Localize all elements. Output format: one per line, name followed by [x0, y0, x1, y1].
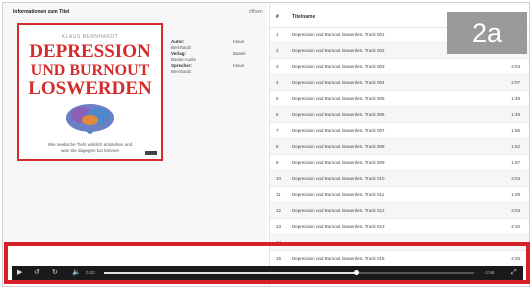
cover-title-line3: LOSWERDEN: [28, 78, 152, 99]
column-number[interactable]: #: [276, 14, 279, 20]
track-number: 13: [276, 224, 282, 229]
play-icon[interactable]: ▶: [17, 269, 22, 277]
forward-icon[interactable]: ↻: [52, 269, 58, 277]
meta-row-publisher: Verlag: Bastei: [171, 51, 246, 56]
info-panel-title: Informationen zum Titel: [13, 9, 70, 15]
track-title: Depression und Burnout loswerden, Track …: [292, 208, 385, 213]
track-row[interactable]: 6 Depression und Burnout loswerden, Track…: [270, 107, 529, 123]
publisher-logo: [145, 151, 157, 155]
track-number: 9: [276, 160, 279, 165]
track-row[interactable]: 8 Depression und Burnout loswerden, Track…: [270, 139, 529, 155]
step-badge: 2a: [447, 12, 527, 54]
meta-author-cont: Bernhardt: [171, 45, 191, 50]
track-title: Depression und Burnout loswerden, Track …: [292, 224, 385, 229]
cover-title-line1: DEPRESSION: [29, 41, 151, 62]
track-duration: 2:07: [511, 80, 520, 85]
elapsed-time: 0:22: [86, 270, 95, 275]
track-number: 6: [276, 112, 279, 117]
progress-handle[interactable]: [353, 270, 359, 275]
track-number: 2: [276, 48, 279, 53]
track-number: 1: [276, 32, 279, 37]
track-row[interactable]: 7 Depression und Burnout loswerden, Track…: [270, 123, 529, 139]
track-title: Depression und Burnout loswerden, Track …: [292, 32, 385, 37]
track-number: 3: [276, 64, 279, 69]
info-open-link[interactable]: öffnen: [249, 9, 263, 15]
track-row[interactable]: 13 Depression und Burnout loswerden, Trac…: [270, 219, 529, 235]
track-number: 4: [276, 80, 279, 85]
track-duration: 1:48: [511, 112, 520, 117]
cover-tagline: Wie seelische Tiefs wirklich entstehen u…: [47, 142, 133, 153]
track-number: 12: [276, 208, 282, 213]
track-row[interactable]: 5 Depression und Burnout loswerden, Track…: [270, 91, 529, 107]
track-title: Depression und Burnout loswerden, Track …: [292, 160, 385, 165]
track-row[interactable]: 12 Depression und Burnout loswerden, Trac…: [270, 203, 529, 219]
info-panel: Informationen zum Titel öffnen KLAUS BER…: [3, 3, 267, 243]
track-number: 5: [276, 96, 279, 101]
book-metadata: Autor: Klaus Bernhardt Verlag: Bastei Ba…: [171, 39, 263, 75]
track-title: Depression und Burnout loswerden, Track …: [292, 96, 385, 101]
track-title: Depression und Burnout loswerden, Track …: [292, 112, 385, 117]
track-row[interactable]: 3 Depression und Burnout loswerden, Track…: [270, 59, 529, 75]
track-duration: 1:48: [511, 96, 520, 101]
track-duration: 1:57: [511, 160, 520, 165]
progress-slider[interactable]: [104, 270, 474, 275]
track-duration: 1:52: [511, 144, 520, 149]
track-number: 10: [276, 176, 282, 181]
progress-fill: [104, 272, 356, 274]
column-title[interactable]: Titelname: [292, 14, 315, 20]
volume-icon[interactable]: 🔈: [72, 269, 81, 277]
track-title: Depression und Burnout loswerden, Track …: [292, 144, 385, 149]
track-title: Depression und Burnout loswerden, Track …: [292, 80, 385, 85]
meta-publisher-cont: Bastei Audio: [171, 57, 197, 62]
track-duration: 2:03: [511, 64, 520, 69]
track-title: Depression und Burnout loswerden, Track …: [292, 128, 385, 133]
track-title: Depression und Burnout loswerden, Track …: [292, 48, 385, 53]
track-duration: 2:03: [511, 176, 520, 181]
track-duration: 2:10: [511, 224, 520, 229]
track-number: 11: [276, 192, 281, 197]
remaining-time: -1:59: [484, 270, 495, 275]
track-title: Depression und Burnout loswerden, Track …: [292, 64, 385, 69]
book-cover: KLAUS BERNHARDT DEPRESSION UND BURNOUT L…: [17, 23, 163, 161]
track-row[interactable]: 4 Depression und Burnout loswerden, Track…: [270, 75, 529, 91]
brain-illustration-icon: [66, 104, 114, 134]
meta-row-author: Autor: Klaus: [171, 39, 245, 44]
track-duration: 1:29: [511, 192, 520, 197]
track-number: 8: [276, 144, 279, 149]
rewind-icon[interactable]: ↺: [34, 269, 40, 277]
meta-narrator-cont: Bernhardt: [171, 69, 191, 74]
track-number: 7: [276, 128, 279, 133]
track-title: Depression und Burnout loswerden, Track …: [292, 176, 385, 181]
cover-author: KLAUS BERNHARDT: [61, 34, 119, 40]
fullscreen-icon[interactable]: ⤢: [511, 269, 517, 277]
track-row[interactable]: 9 Depression und Burnout loswerden, Track…: [270, 155, 529, 171]
track-row[interactable]: 10 Depression und Burnout loswerden, Trac…: [270, 171, 529, 187]
track-duration: 2:03: [511, 208, 520, 213]
track-row[interactable]: 11 Depression und Burnout loswerden, Trac…: [270, 187, 529, 203]
audio-player-bar: ▶ ↺ ↻ 🔈 0:22 -1:59 ⤢: [12, 266, 523, 280]
cover-title-line2: UND BURNOUT: [30, 62, 150, 79]
meta-row-narrator: Sprecher: Klaus: [171, 63, 245, 68]
track-duration: 1:55: [511, 128, 520, 133]
track-title: Depression und Burnout loswerden, Track …: [292, 192, 385, 197]
